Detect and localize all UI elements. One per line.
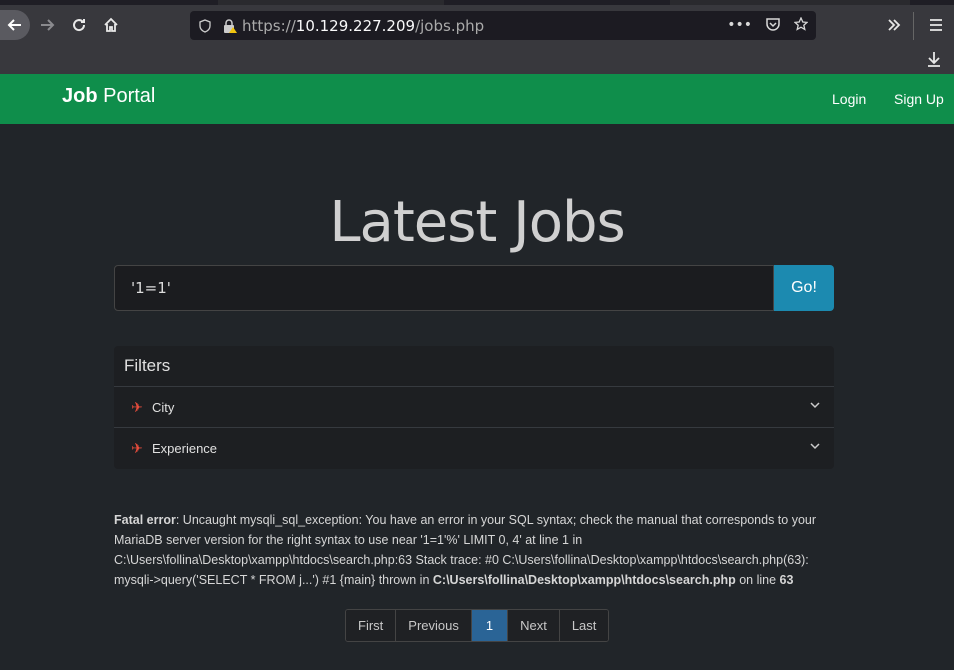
tab[interactable] bbox=[218, 0, 444, 5]
page-actions-icon[interactable]: ••• bbox=[727, 17, 752, 35]
back-icon[interactable] bbox=[0, 10, 30, 40]
error-line: 63 bbox=[779, 573, 794, 587]
download-icon[interactable] bbox=[920, 46, 948, 72]
plane-icon: ✈ bbox=[131, 398, 143, 415]
pocket-icon[interactable] bbox=[766, 17, 780, 35]
filters-title: Filters bbox=[114, 346, 834, 387]
page-current[interactable]: 1 bbox=[471, 610, 509, 641]
tab-strip bbox=[0, 0, 954, 5]
pagination: First Previous 1 Next Last bbox=[345, 609, 610, 642]
plane-icon: ✈ bbox=[131, 440, 143, 456]
shield-icon[interactable] bbox=[198, 18, 212, 33]
home-icon[interactable] bbox=[96, 10, 126, 40]
search-input[interactable] bbox=[114, 265, 774, 311]
address-bar[interactable]: https://10.129.227.209/jobs.php ••• bbox=[190, 11, 816, 40]
reload-icon[interactable] bbox=[64, 10, 94, 40]
insecure-lock-icon[interactable] bbox=[222, 18, 238, 34]
filter-label: Experience bbox=[152, 441, 218, 456]
chevron-down-icon[interactable] bbox=[810, 399, 820, 413]
site-navbar: Job Portal Login Sign Up bbox=[0, 74, 954, 124]
search-go-button[interactable]: Go! bbox=[774, 265, 834, 311]
tab[interactable] bbox=[670, 0, 910, 5]
signup-link[interactable]: Sign Up bbox=[894, 91, 944, 107]
page-first[interactable]: First bbox=[346, 610, 397, 641]
url-text: https://10.129.227.209/jobs.php bbox=[242, 16, 485, 35]
forward-icon[interactable] bbox=[32, 10, 62, 40]
filter-city[interactable]: ✈ City bbox=[114, 387, 834, 428]
brand-logo[interactable]: Job Portal bbox=[62, 85, 155, 108]
bookmark-star-icon[interactable] bbox=[793, 16, 809, 35]
chevron-down-icon[interactable] bbox=[810, 440, 820, 454]
search-form: Go! bbox=[114, 265, 834, 311]
error-file: C:\Users\follina\Desktop\xampp\htdocs\se… bbox=[432, 573, 736, 587]
page-last[interactable]: Last bbox=[559, 610, 609, 641]
page-title: Latest Jobs bbox=[329, 190, 625, 255]
filter-label: City bbox=[152, 399, 175, 415]
php-error-message: Fatal error: Uncaught mysqli_sql_excepti… bbox=[114, 513, 817, 587]
page-previous[interactable]: Previous bbox=[396, 610, 472, 641]
toolbar-divider bbox=[913, 12, 914, 40]
error-label: Fatal error bbox=[114, 513, 176, 527]
hamburger-menu-icon[interactable] bbox=[922, 10, 950, 40]
filters-panel: Filters ✈ City ✈ Experience bbox=[114, 346, 834, 469]
login-link[interactable]: Login bbox=[832, 91, 866, 107]
overflow-chevrons-icon[interactable] bbox=[880, 10, 908, 40]
filter-experience[interactable]: ✈ Experience bbox=[114, 428, 834, 469]
browser-toolbar: https://10.129.227.209/jobs.php ••• bbox=[0, 0, 954, 74]
page-next[interactable]: Next bbox=[508, 610, 560, 641]
